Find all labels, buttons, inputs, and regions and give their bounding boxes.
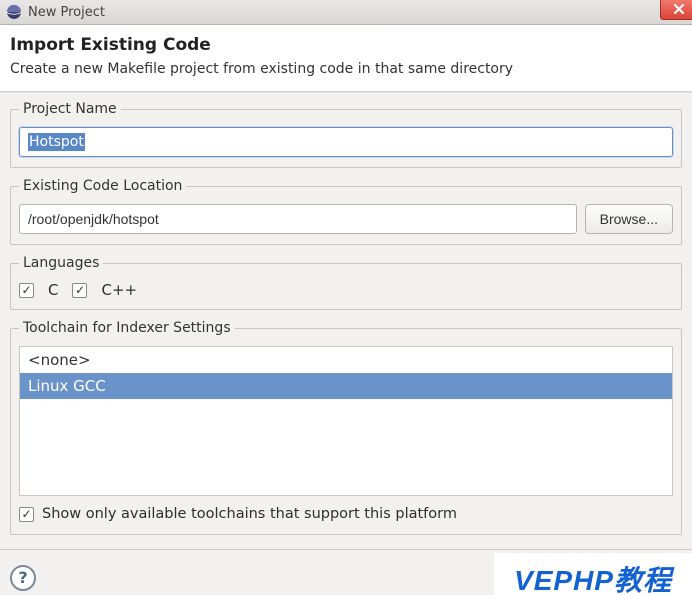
help-icon[interactable]: ?: [10, 565, 36, 591]
project-name-input-wrap[interactable]: Hotspot: [19, 127, 673, 157]
browse-button[interactable]: Browse...: [585, 204, 673, 234]
languages-legend: Languages: [19, 255, 103, 271]
existing-code-group: Existing Code Location Browse...: [10, 178, 682, 245]
wizard-form: Project Name Hotspot Existing Code Locat…: [0, 93, 692, 549]
wizard-description: Create a new Makefile project from exist…: [10, 61, 682, 77]
project-name-value[interactable]: Hotspot: [28, 133, 85, 151]
toolchain-item-none[interactable]: <none>: [20, 347, 672, 373]
watermark-overlay: VEPHP教程: [494, 553, 692, 595]
existing-code-legend: Existing Code Location: [19, 178, 186, 194]
project-name-legend: Project Name: [19, 101, 121, 117]
wizard-banner: Import Existing Code Create a new Makefi…: [0, 25, 692, 91]
toolchain-legend: Toolchain for Indexer Settings: [19, 320, 235, 336]
eclipse-icon: [6, 4, 22, 20]
wizard-button-bar: ? VEPHP教程: [0, 549, 692, 595]
window-title: New Project: [28, 5, 105, 20]
toolchain-listbox[interactable]: <none> Linux GCC: [19, 346, 673, 496]
titlebar: New Project: [0, 0, 692, 25]
toolchain-group: Toolchain for Indexer Settings <none> Li…: [10, 320, 682, 535]
language-c-checkbox[interactable]: [19, 283, 34, 298]
languages-group: Languages C C++: [10, 255, 682, 310]
toolchain-item-linuxgcc[interactable]: Linux GCC: [20, 373, 672, 399]
window-close-button[interactable]: [660, 0, 692, 20]
show-only-checkbox[interactable]: [19, 507, 34, 522]
language-c-label: C: [48, 281, 58, 299]
existing-code-input[interactable]: [19, 204, 577, 234]
language-cpp-label: C++: [101, 281, 137, 299]
show-only-label: Show only available toolchains that supp…: [42, 506, 457, 522]
wizard-heading: Import Existing Code: [10, 35, 682, 55]
project-name-group: Project Name Hotspot: [10, 101, 682, 168]
language-cpp-checkbox[interactable]: [72, 283, 87, 298]
